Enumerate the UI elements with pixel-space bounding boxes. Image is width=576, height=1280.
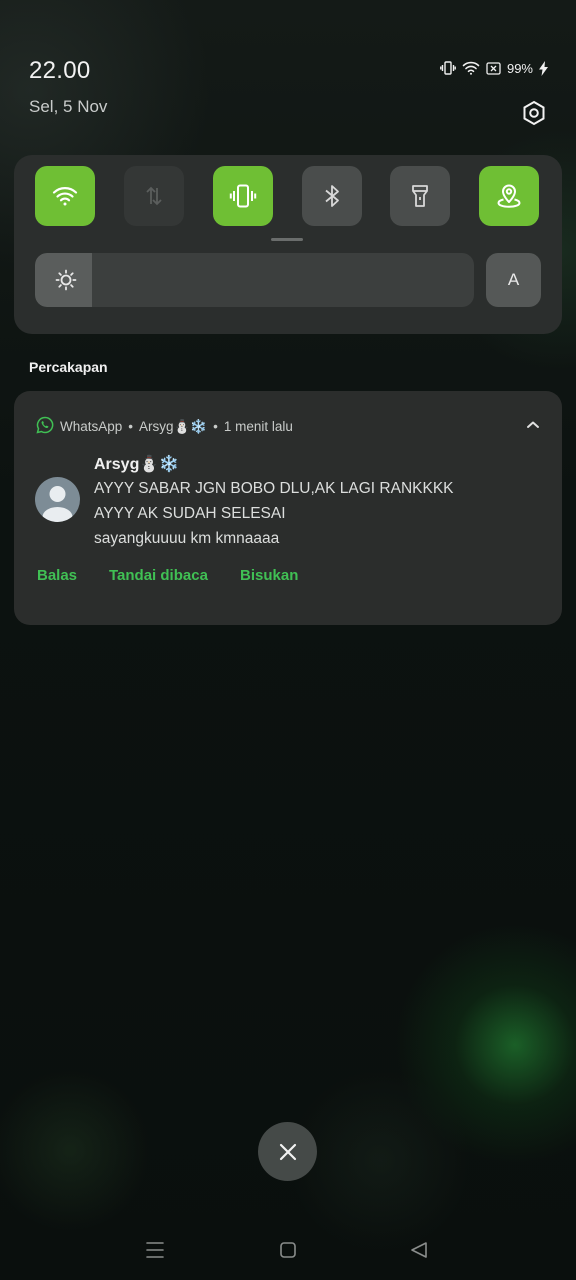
mute-button[interactable]: Bisukan xyxy=(240,567,298,584)
reply-button[interactable]: Balas xyxy=(37,567,77,584)
location-toggle[interactable] xyxy=(479,166,539,226)
close-icon xyxy=(279,1143,296,1160)
date: Sel, 5 Nov xyxy=(29,97,108,116)
whatsapp-icon xyxy=(36,416,54,437)
sim-off-icon xyxy=(486,61,501,75)
message-text: AYYY AK SUDAH SELESAI xyxy=(94,505,286,522)
sender-name: Arsyg⛄❄️ xyxy=(94,456,180,473)
separator-dot: • xyxy=(128,419,134,434)
avatar xyxy=(35,477,80,522)
bluetooth-toggle[interactable] xyxy=(302,166,362,226)
flashlight-icon xyxy=(412,185,428,207)
app-name: WhatsApp xyxy=(60,419,123,434)
settings-gear-icon[interactable] xyxy=(518,97,550,129)
time-ago: 1 menit lalu xyxy=(223,419,293,434)
back-icon[interactable] xyxy=(411,1242,427,1258)
data-arrows-icon xyxy=(146,186,162,206)
sun-icon xyxy=(55,269,77,291)
wifi-icon xyxy=(462,60,480,76)
home-icon[interactable] xyxy=(280,1242,296,1258)
bluetooth-icon xyxy=(325,185,339,207)
sender-short: Arsyg⛄❄️ xyxy=(139,418,208,434)
charging-icon xyxy=(539,60,548,76)
message-text: AYYY SABAR JGN BOBO DLU,AK LAGI RANKKKK xyxy=(94,480,454,497)
mobile-data-toggle[interactable] xyxy=(124,166,184,226)
whatsapp-notification[interactable]: WhatsApp • Arsyg⛄❄️ • 1 menit lalu Arsyg… xyxy=(14,391,562,625)
location-icon xyxy=(497,184,521,208)
clock: 22.00 xyxy=(29,57,91,84)
separator-dot: • xyxy=(213,419,218,434)
vibrate-icon xyxy=(440,60,456,76)
wifi-icon xyxy=(52,187,78,206)
chevron-up-icon[interactable] xyxy=(526,417,540,435)
auto-brightness-button[interactable]: A xyxy=(486,253,541,307)
navigation-bar xyxy=(146,1242,427,1258)
wifi-toggle[interactable] xyxy=(35,166,95,226)
panel-drag-handle[interactable] xyxy=(271,238,303,241)
notification-header: WhatsApp • Arsyg⛄❄️ • 1 menit lalu xyxy=(36,416,293,437)
status-icons: 99% xyxy=(440,60,548,76)
vibrate-icon xyxy=(229,184,257,208)
section-title: Percakapan xyxy=(29,359,108,375)
menu-icon[interactable] xyxy=(146,1242,164,1258)
battery-percent: 99% xyxy=(506,60,533,76)
mark-read-button[interactable]: Tandai dibaca xyxy=(109,567,208,584)
flashlight-toggle[interactable] xyxy=(390,166,450,226)
quick-settings-panel: A xyxy=(14,155,562,334)
vibrate-toggle[interactable] xyxy=(213,166,273,226)
message-text: sayangkuuuu km kmnaaaa xyxy=(94,530,280,547)
brightness-slider[interactable] xyxy=(35,253,474,307)
clear-all-button[interactable] xyxy=(258,1122,317,1181)
